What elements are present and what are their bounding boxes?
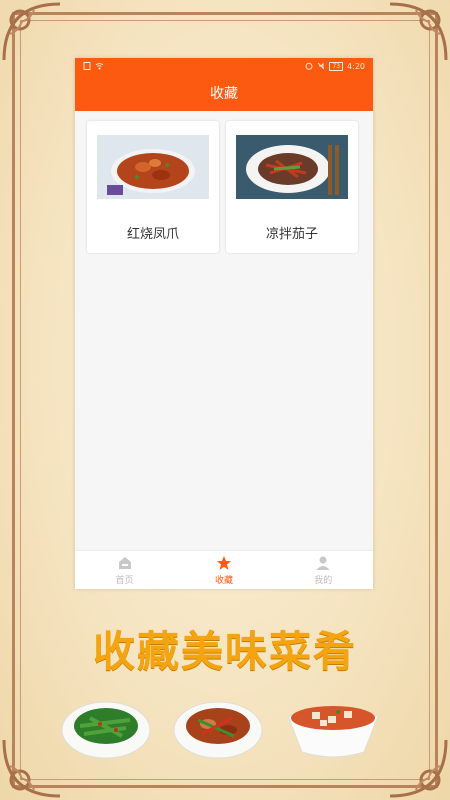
- bottom-tab-bar: 首页 收藏 我的: [75, 550, 373, 589]
- tab-label: 收藏: [214, 575, 233, 586]
- page-title: 收藏: [210, 85, 238, 102]
- corner-ornament-icon: [2, 739, 61, 798]
- dish-name: 红烧凤爪: [126, 227, 179, 242]
- corner-ornament-icon: [389, 2, 448, 61]
- phone-screen: 73 4:20 收藏 红烧凤爪 凉拌茄子 首页 收藏 我的: [75, 58, 373, 589]
- dish-bowl-mapo-tofu: [287, 706, 379, 758]
- dish-image: [236, 135, 348, 199]
- dish-name: 凉拌茄子: [265, 227, 318, 242]
- corner-ornament-icon: [389, 739, 448, 798]
- wifi-icon: [95, 63, 104, 70]
- dish-plate-green-beans: [61, 701, 151, 759]
- status-time: 4:20: [347, 61, 365, 71]
- status-bar: 73 4:20: [75, 58, 373, 74]
- user-icon: [316, 556, 330, 570]
- dish-image: [97, 135, 209, 199]
- home-icon: [118, 556, 131, 569]
- page-header: 收藏: [75, 74, 373, 111]
- tab-label: 我的: [314, 575, 333, 586]
- tab-favorites[interactable]: 收藏: [184, 555, 264, 586]
- favorites-grid: 红烧凤爪 凉拌茄子: [75, 111, 373, 253]
- favorite-card[interactable]: 凉拌茄子: [226, 121, 358, 253]
- corner-ornament-icon: [2, 2, 61, 61]
- star-icon: [216, 555, 231, 570]
- promo-slogan: 收藏美味菜肴: [92, 627, 357, 676]
- tab-home[interactable]: 首页: [85, 555, 165, 586]
- battery-icon: 73: [329, 61, 344, 71]
- tab-profile[interactable]: 我的: [283, 555, 363, 586]
- tab-label: 首页: [115, 575, 134, 586]
- alarm-icon: [305, 62, 313, 70]
- dish-plate-twice-cooked-pork: [173, 701, 263, 759]
- favorite-card[interactable]: 红烧凤爪: [87, 121, 219, 253]
- sim-icon: [83, 62, 91, 70]
- mute-icon: [318, 62, 325, 70]
